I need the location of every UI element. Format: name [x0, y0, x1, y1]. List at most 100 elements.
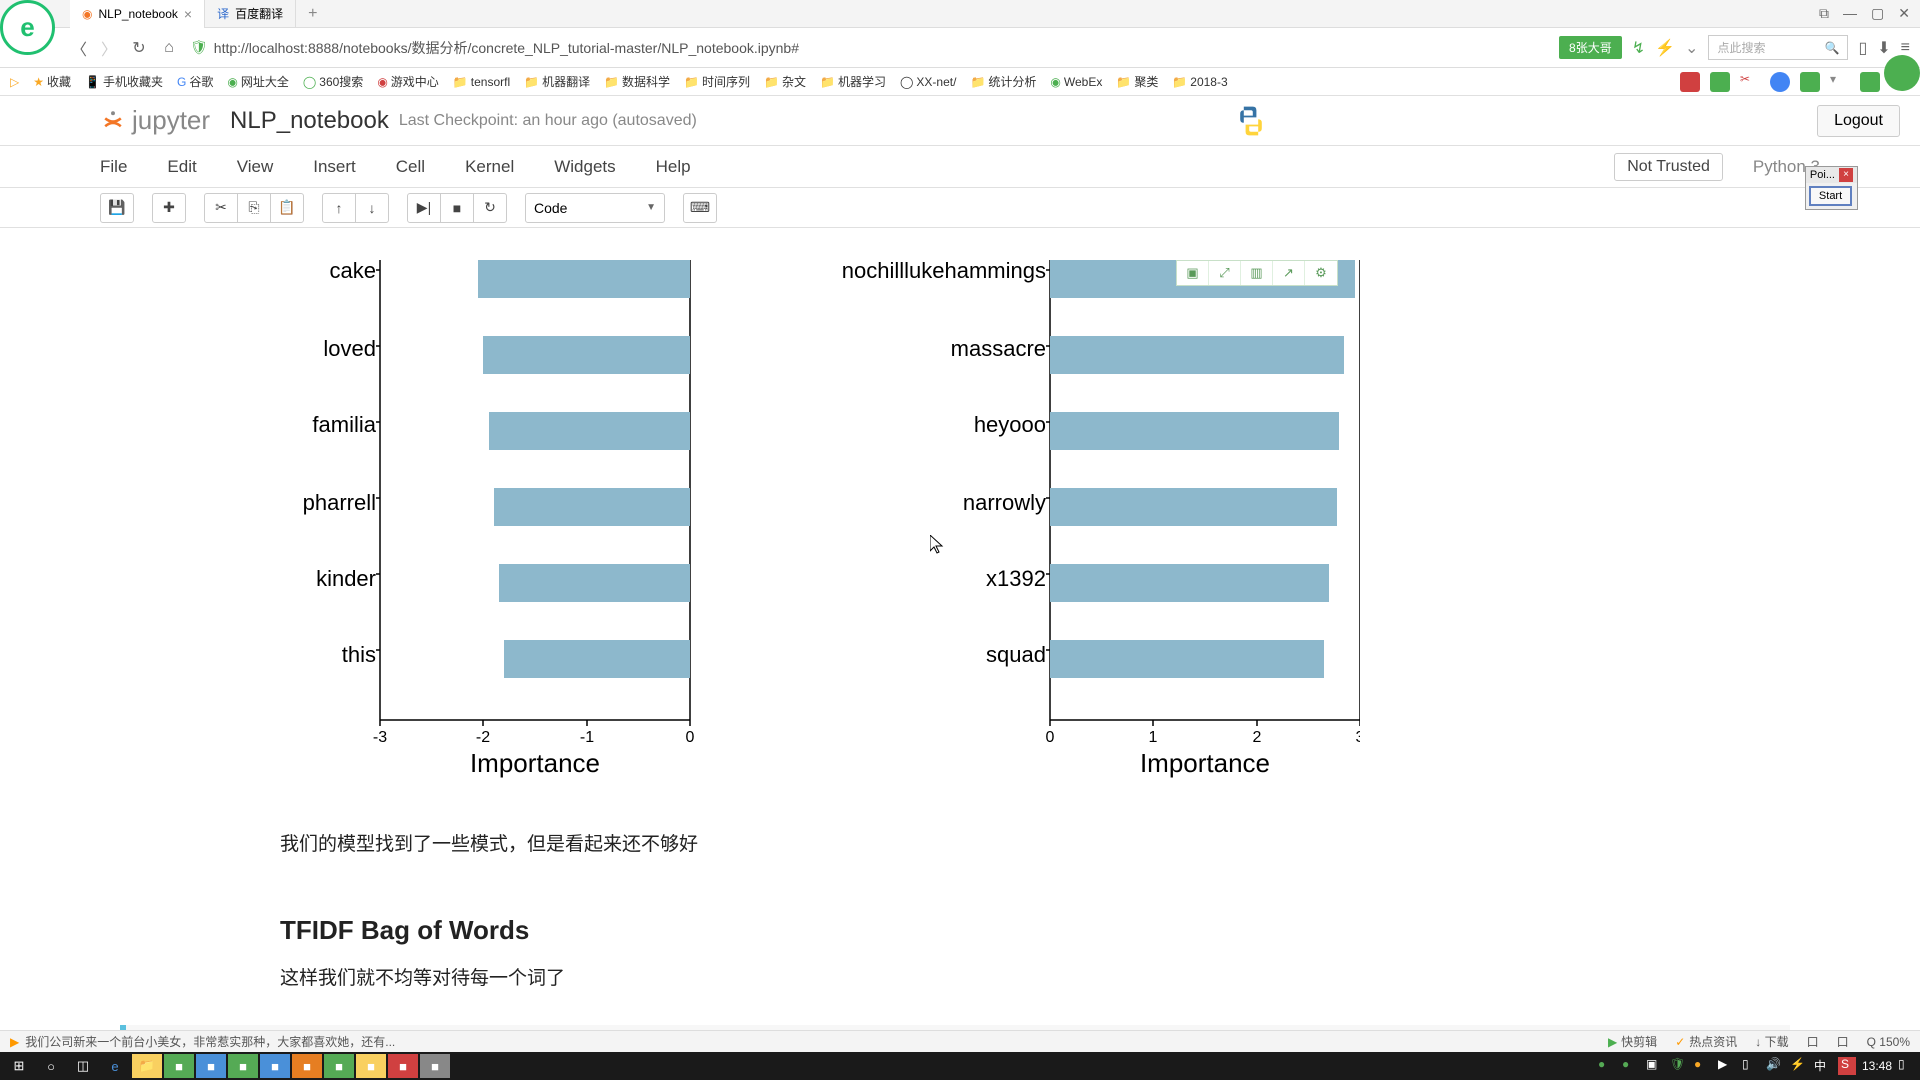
menu-view[interactable]: View [237, 157, 274, 177]
trust-button[interactable]: Not Trusted [1614, 153, 1723, 181]
bookmark-item[interactable]: ◉WebEx [1050, 75, 1102, 89]
mobile-icon[interactable]: ▯ [1858, 38, 1867, 58]
tray-icon[interactable]: S [1838, 1057, 1856, 1075]
tray-icon[interactable]: ⚡ [1790, 1057, 1808, 1075]
cut-button[interactable]: ✂ [204, 193, 238, 223]
flash-icon[interactable]: ⚡ [1655, 38, 1675, 58]
floating-widget[interactable]: Poi...× Start [1805, 166, 1858, 210]
app-icon[interactable]: ■ [420, 1054, 450, 1078]
status-item[interactable]: 口 [1807, 1033, 1819, 1050]
bookmark-item[interactable]: 📁杂文 [764, 73, 806, 90]
search-icon[interactable]: 🔍 [1824, 41, 1839, 55]
tray-icon[interactable]: 中 [1814, 1057, 1832, 1075]
add-cell-button[interactable]: ✚ [152, 193, 186, 223]
app-icon[interactable]: ■ [388, 1054, 418, 1078]
app-icon[interactable]: ■ [356, 1054, 386, 1078]
status-item[interactable]: ✓热点资讯 [1675, 1033, 1737, 1050]
status-item[interactable]: 口 [1837, 1033, 1849, 1050]
tray-icon[interactable]: ● [1598, 1057, 1616, 1075]
app-icon[interactable]: ■ [196, 1054, 226, 1078]
start-button[interactable]: ⊞ [4, 1054, 34, 1078]
explorer-icon[interactable]: 📁 [132, 1054, 162, 1078]
plot-tool-icon[interactable]: ↗ [1273, 261, 1305, 285]
ext-icon[interactable] [1680, 72, 1700, 92]
tray-icon[interactable]: ▶ [1718, 1057, 1736, 1075]
bookmark-item[interactable]: 📱手机收藏夹 [85, 73, 163, 90]
cell-type-select[interactable]: Code [525, 193, 665, 223]
status-zoom[interactable]: Q 150% [1867, 1035, 1910, 1049]
green-badge[interactable]: 8张大哥 [1559, 36, 1622, 59]
save-button[interactable]: 💾 [100, 193, 134, 223]
ext-icon[interactable] [1800, 72, 1820, 92]
plot-tool-icon[interactable]: ⚙ [1305, 261, 1337, 285]
status-item[interactable]: ▶快剪辑 [1608, 1033, 1657, 1050]
menu-cell[interactable]: Cell [396, 157, 425, 177]
logout-button[interactable]: Logout [1817, 105, 1900, 137]
taskbar-clock[interactable]: 13:48 [1862, 1059, 1892, 1073]
search-input[interactable]: 点此搜索 🔍 [1708, 35, 1848, 60]
browser-logo[interactable]: e [0, 0, 55, 55]
ext-icon[interactable] [1770, 72, 1790, 92]
bookmark-item[interactable]: 📁统计分析 [970, 73, 1036, 90]
window-restore-icon[interactable]: ⧉ [1819, 5, 1829, 22]
bookmark-item[interactable]: ◯360搜索 [303, 73, 363, 90]
menu-kernel[interactable]: Kernel [465, 157, 514, 177]
tray-icon[interactable]: 🛡 [1670, 1057, 1688, 1075]
tray-icon[interactable]: ▯ [1898, 1057, 1916, 1075]
app-icon[interactable]: ■ [164, 1054, 194, 1078]
new-tab-button[interactable]: + [296, 5, 329, 23]
run-button[interactable]: ▶| [407, 193, 441, 223]
tray-icon[interactable]: ● [1622, 1057, 1640, 1075]
plot-tool-icon[interactable]: ▥ [1241, 261, 1273, 285]
profile-avatar[interactable] [1884, 55, 1920, 91]
menu-edit[interactable]: Edit [167, 157, 196, 177]
close-tab-icon[interactable]: × [184, 6, 192, 22]
bookmark-item[interactable]: 📁数据科学 [604, 73, 670, 90]
app-icon[interactable]: ■ [324, 1054, 354, 1078]
bookmark-item[interactable]: ◉网址大全 [227, 73, 289, 90]
ext-icon[interactable]: ▾ [1830, 72, 1850, 92]
ext-icon[interactable] [1710, 72, 1730, 92]
bookmark-item[interactable]: ◉游戏中心 [377, 73, 439, 90]
paste-button[interactable]: 📋 [270, 193, 304, 223]
reload-icon[interactable]: ↻ [130, 39, 148, 57]
plot-tool-icon[interactable]: ⤢ [1209, 261, 1241, 285]
command-palette-button[interactable]: ⌨ [683, 193, 717, 223]
bookmark-item[interactable]: ◯XX-net/ [900, 75, 956, 89]
window-close-icon[interactable]: ✕ [1898, 5, 1910, 22]
start-button[interactable]: Start [1809, 186, 1852, 206]
taskview-icon[interactable]: ◫ [68, 1054, 98, 1078]
app-icon[interactable]: ■ [292, 1054, 322, 1078]
play-icon[interactable]: ▷ [10, 75, 19, 89]
menu-insert[interactable]: Insert [313, 157, 356, 177]
bookmark-item[interactable]: G谷歌 [177, 73, 213, 90]
copy-button[interactable]: ⎘ [237, 193, 271, 223]
home-icon[interactable]: ⌂ [160, 39, 178, 57]
window-maximize-icon[interactable]: ▢ [1871, 5, 1884, 22]
tray-icon[interactable]: 🔊 [1766, 1057, 1784, 1075]
bookmark-item[interactable]: 📁时间序列 [684, 73, 750, 90]
status-left-icon[interactable]: ▶ [10, 1035, 19, 1049]
tray-icon[interactable]: ▯ [1742, 1057, 1760, 1075]
plot-tool-icon[interactable]: ▣ [1177, 261, 1209, 285]
back-icon[interactable]: 〈 [70, 39, 88, 57]
browser-tab-active[interactable]: ◉ NLP_notebook × [70, 0, 205, 28]
bookmark-item[interactable]: ★收藏 [33, 73, 71, 90]
notebook-title[interactable]: NLP_notebook [230, 107, 389, 135]
bookmark-item[interactable]: 📁机器翻译 [524, 73, 590, 90]
restart-button[interactable]: ↻ [473, 193, 507, 223]
tray-icon[interactable]: ▣ [1646, 1057, 1664, 1075]
menu-help[interactable]: Help [656, 157, 691, 177]
menu-icon[interactable]: ≡ [1901, 39, 1910, 57]
bookmark-item[interactable]: 📁tensorfl [453, 75, 510, 89]
download-icon[interactable]: ⬇ [1877, 38, 1890, 58]
close-icon[interactable]: × [1839, 168, 1853, 182]
forward-icon[interactable]: 〉 [100, 39, 118, 57]
jupyter-logo[interactable]: jupyter [100, 105, 210, 136]
move-down-button[interactable]: ↓ [355, 193, 389, 223]
ext-icon[interactable] [1860, 72, 1880, 92]
menu-file[interactable]: File [100, 157, 127, 177]
bookmark-item[interactable]: 📁2018-3 [1172, 75, 1227, 89]
app-icon[interactable]: ■ [228, 1054, 258, 1078]
app-icon[interactable]: ■ [260, 1054, 290, 1078]
